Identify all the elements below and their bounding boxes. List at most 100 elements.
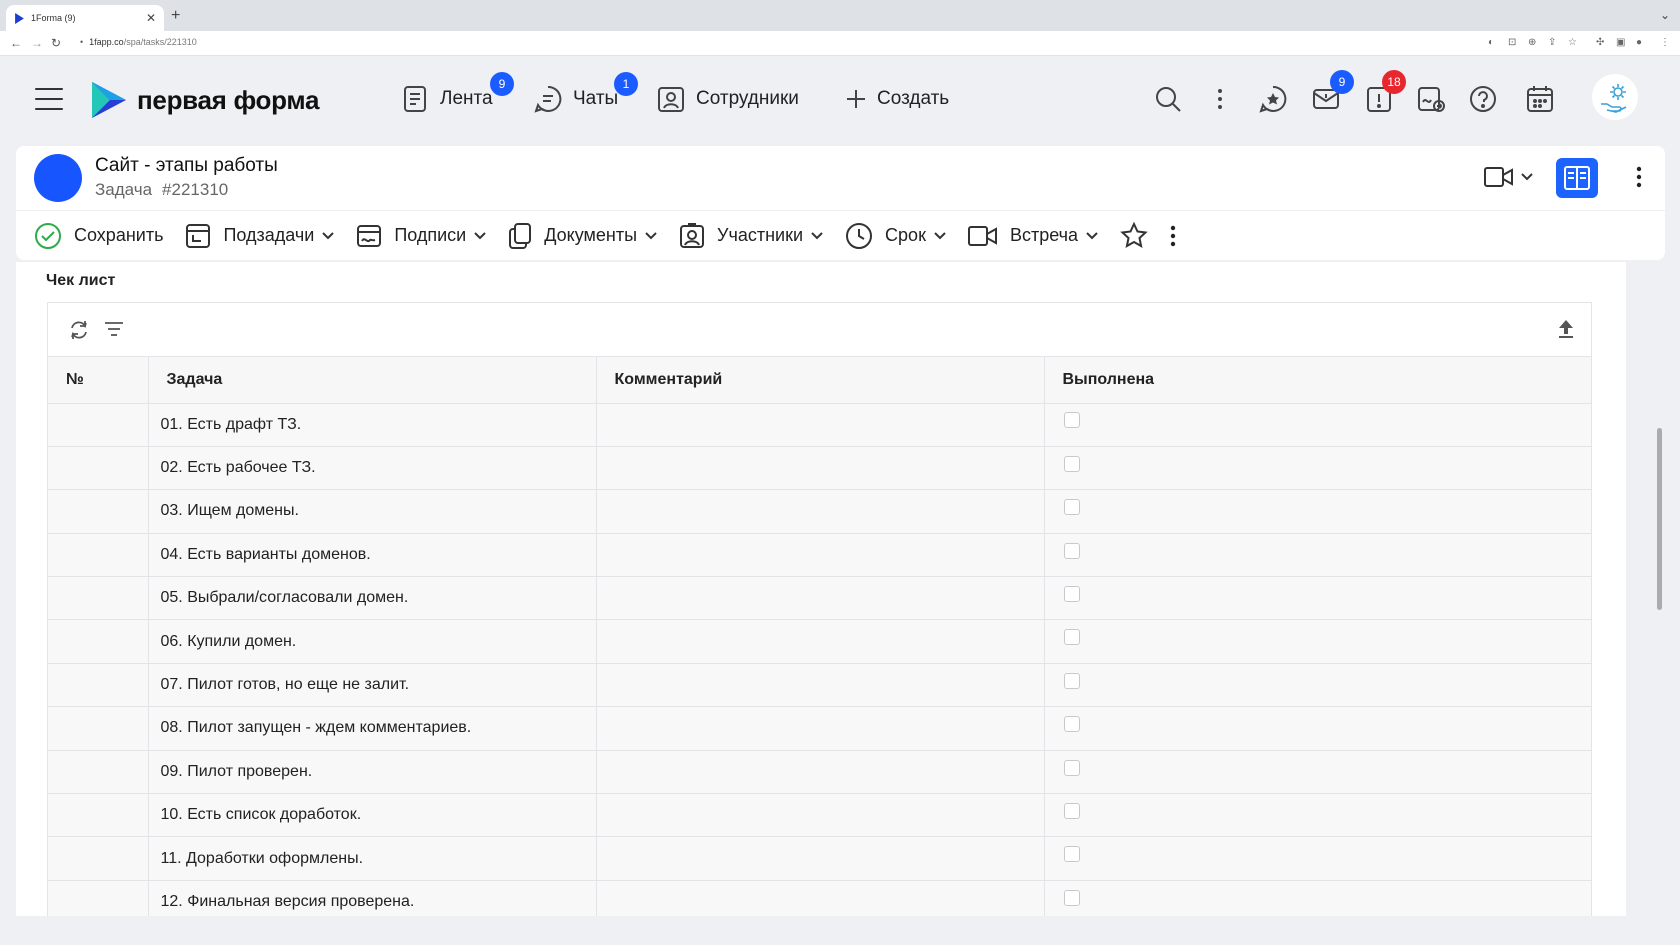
search-icon[interactable]: [1153, 84, 1183, 114]
column-header-task[interactable]: Задача: [148, 357, 597, 404]
done-checkbox[interactable]: [1063, 629, 1080, 646]
row-comment-cell[interactable]: [596, 533, 1045, 578]
nav-create[interactable]: Создать: [845, 84, 949, 114]
meeting-button[interactable]: Встреча: [967, 225, 1098, 247]
deadline-button[interactable]: Срок: [845, 222, 946, 250]
task-number[interactable]: #221310: [162, 180, 228, 199]
browser-menu-icon[interactable]: ⋮: [1660, 37, 1670, 48]
export-upload-icon[interactable]: [1558, 319, 1574, 344]
nav-feed[interactable]: Лента: [400, 84, 493, 114]
row-comment-cell[interactable]: [596, 706, 1045, 751]
nav-employees[interactable]: Сотрудники: [656, 84, 799, 114]
filter-icon[interactable]: [104, 321, 124, 342]
table-row[interactable]: 10. Есть список доработок.: [48, 793, 1591, 838]
done-checkbox[interactable]: [1063, 542, 1080, 559]
column-header-done[interactable]: Выполнена: [1044, 357, 1591, 404]
tab-close-icon[interactable]: ✕: [146, 11, 156, 25]
column-header-number[interactable]: №: [48, 357, 149, 404]
zoom-icon[interactable]: ⊕: [1528, 37, 1536, 48]
table-row[interactable]: 06. Купили домен.: [48, 619, 1591, 664]
table-row[interactable]: 02. Есть рабочее ТЗ.: [48, 446, 1591, 491]
row-task-cell[interactable]: 07. Пилот готов, но еще не залит.: [148, 663, 597, 708]
layout-toggle-button[interactable]: [1556, 158, 1598, 198]
row-task-cell[interactable]: 03. Ищем домены.: [148, 489, 597, 534]
row-comment-cell[interactable]: [596, 750, 1045, 795]
table-row[interactable]: 09. Пилот проверен.: [48, 750, 1591, 795]
side-panel-icon[interactable]: ▣: [1616, 37, 1625, 48]
favorite-star-icon[interactable]: [1120, 221, 1148, 250]
table-row[interactable]: 12. Финальная версия проверена.: [48, 880, 1591, 916]
done-checkbox[interactable]: [1063, 889, 1080, 906]
row-comment-cell[interactable]: [596, 619, 1045, 664]
done-checkbox[interactable]: [1063, 412, 1080, 429]
url-field[interactable]: • 1fapp.co/spa/tasks/221310: [80, 37, 197, 47]
row-task-cell[interactable]: 08. Пилот запущен - ждем комментариев.: [148, 706, 597, 751]
card-more-icon[interactable]: [1636, 166, 1642, 193]
new-tab-icon[interactable]: +: [171, 7, 180, 25]
row-comment-cell[interactable]: [596, 403, 1045, 447]
extensions-puzzle-icon[interactable]: ✣: [1596, 37, 1604, 48]
done-checkbox[interactable]: [1063, 499, 1080, 516]
documents-button[interactable]: Документы: [508, 222, 657, 250]
settings-gear-icon[interactable]: [1592, 74, 1638, 120]
reload-icon[interactable]: ↻: [51, 36, 61, 50]
row-comment-cell[interactable]: [596, 793, 1045, 838]
row-comment-cell[interactable]: [596, 663, 1045, 708]
row-comment-cell[interactable]: [596, 576, 1045, 621]
page-scrollbar[interactable]: [1657, 428, 1662, 610]
favorites-chat-icon[interactable]: [1258, 84, 1288, 114]
done-checkbox[interactable]: [1063, 586, 1080, 603]
done-checkbox[interactable]: [1063, 846, 1080, 863]
tab-list-chevron-icon[interactable]: ⌄: [1660, 8, 1670, 22]
row-task-cell[interactable]: 06. Купили домен.: [148, 619, 597, 664]
subtasks-button[interactable]: Подзадачи: [185, 223, 335, 249]
avatar[interactable]: [34, 154, 82, 202]
install-icon[interactable]: ⊡: [1508, 37, 1516, 48]
row-task-cell[interactable]: 12. Финальная версия проверена.: [148, 880, 597, 916]
table-row[interactable]: 03. Ищем домены.: [48, 489, 1591, 534]
help-icon[interactable]: [1468, 84, 1498, 114]
signatures-button[interactable]: Подписи: [356, 223, 486, 249]
row-comment-cell[interactable]: [596, 836, 1045, 881]
calendar-icon[interactable]: [1525, 84, 1555, 114]
done-checkbox[interactable]: [1063, 716, 1080, 733]
row-task-cell[interactable]: 09. Пилот проверен.: [148, 750, 597, 795]
menu-burger-icon[interactable]: [35, 88, 63, 110]
more-vertical-icon[interactable]: [1205, 84, 1235, 114]
site-info-icon[interactable]: •: [80, 37, 83, 47]
save-button[interactable]: Сохранить: [34, 222, 163, 250]
column-header-comment[interactable]: Комментарий: [596, 357, 1045, 404]
row-task-cell[interactable]: 01. Есть драфт ТЗ.: [148, 403, 597, 447]
row-task-cell[interactable]: 02. Есть рабочее ТЗ.: [148, 446, 597, 491]
table-row[interactable]: 05. Выбрали/согласовали домен.: [48, 576, 1591, 621]
row-task-cell[interactable]: 10. Есть список доработок.: [148, 793, 597, 838]
back-icon[interactable]: ←: [10, 36, 22, 50]
nav-chats[interactable]: Чаты: [533, 84, 618, 114]
refresh-icon[interactable]: [68, 319, 90, 346]
share-icon[interactable]: ⇪: [1548, 37, 1556, 48]
row-task-cell[interactable]: 11. Доработки оформлены.: [148, 836, 597, 881]
extension-icon[interactable]: ◐: [1488, 37, 1494, 48]
done-checkbox[interactable]: [1063, 455, 1080, 472]
row-task-cell[interactable]: 05. Выбрали/согласовали домен.: [148, 576, 597, 621]
table-row[interactable]: 07. Пилот готов, но еще не залит.: [48, 663, 1591, 708]
video-call-button[interactable]: [1484, 166, 1534, 188]
row-comment-cell[interactable]: [596, 880, 1045, 916]
profile-icon[interactable]: ●: [1636, 37, 1642, 48]
table-row[interactable]: 04. Есть варианты доменов.: [48, 533, 1591, 578]
table-row[interactable]: 01. Есть драфт ТЗ.: [48, 403, 1591, 447]
table-row[interactable]: 11. Доработки оформлены.: [48, 836, 1591, 881]
participants-button[interactable]: Участники: [679, 222, 823, 249]
done-checkbox[interactable]: [1063, 802, 1080, 819]
browser-tab[interactable]: 1Forma (9) ✕: [6, 5, 164, 31]
done-checkbox[interactable]: [1063, 672, 1080, 689]
row-task-cell[interactable]: 04. Есть варианты доменов.: [148, 533, 597, 578]
signature-flow-icon[interactable]: [1416, 84, 1446, 114]
toolbar-more-icon[interactable]: [1170, 225, 1176, 247]
done-checkbox[interactable]: [1063, 759, 1080, 776]
row-comment-cell[interactable]: [596, 446, 1045, 491]
row-comment-cell[interactable]: [596, 489, 1045, 534]
bookmark-star-icon[interactable]: ☆: [1568, 37, 1577, 48]
forward-icon[interactable]: →: [31, 36, 43, 50]
table-row[interactable]: 08. Пилот запущен - ждем комментариев.: [48, 706, 1591, 751]
